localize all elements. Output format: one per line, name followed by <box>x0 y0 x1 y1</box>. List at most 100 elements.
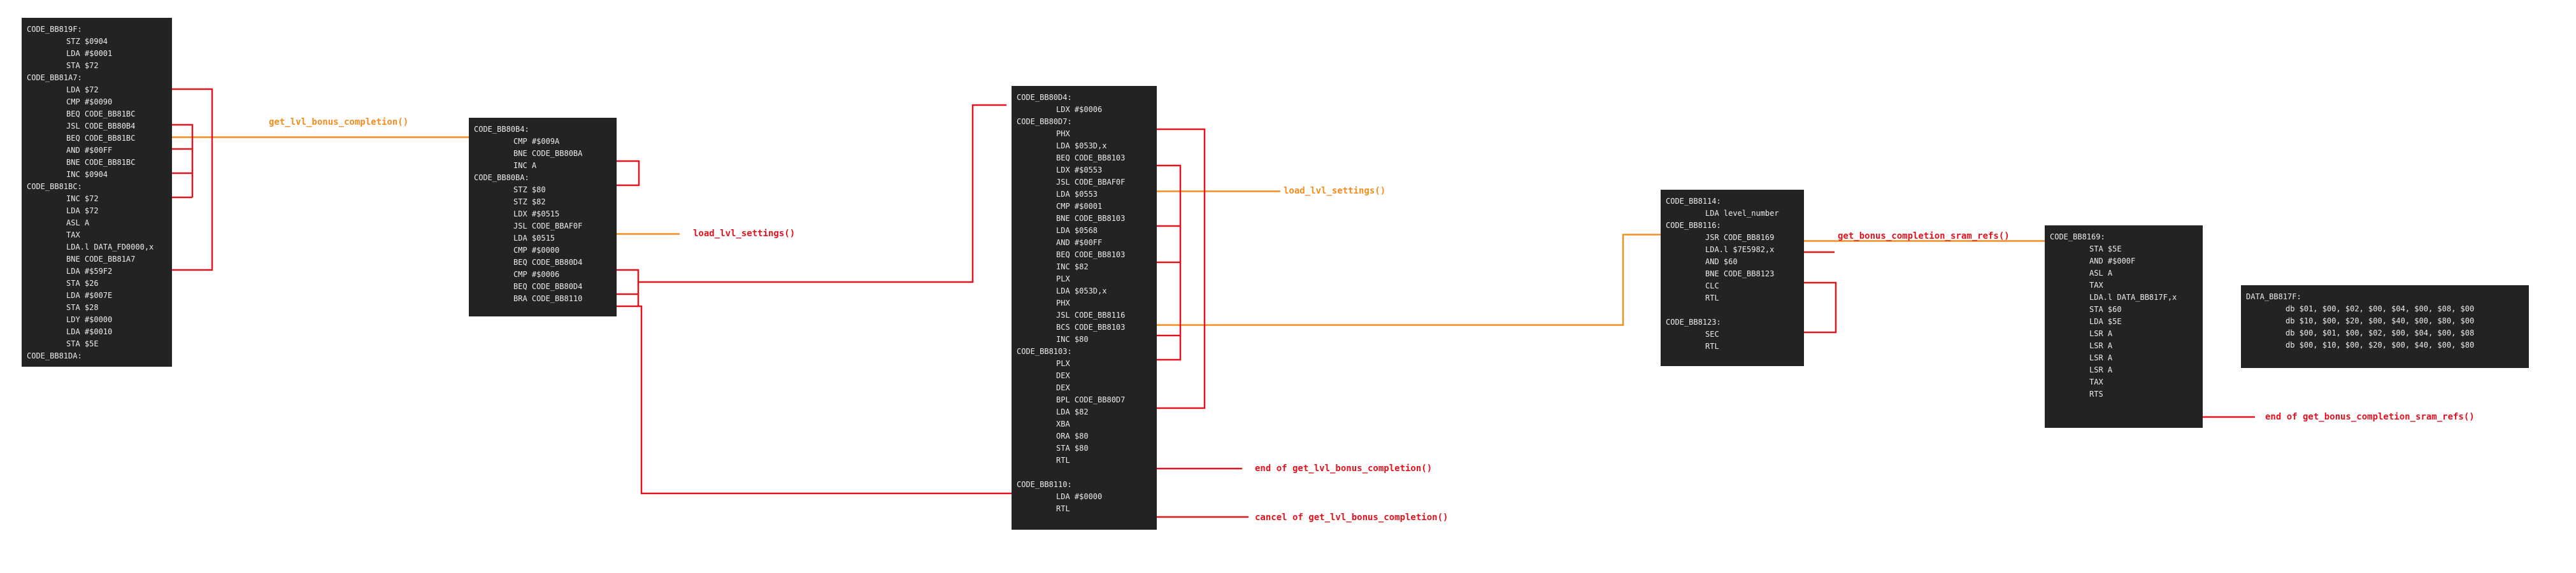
code-instruction: LDA $82 <box>1056 407 1089 416</box>
code-instruction: JSL CODE_BB80B4 <box>66 122 136 131</box>
code-label: CODE_BB80D7: <box>1017 117 1072 126</box>
code-instruction: INC A <box>513 161 537 170</box>
code-label: CODE_BB81DA: <box>27 351 82 360</box>
code-instruction: CMP #$0001 <box>1056 202 1103 211</box>
code-instruction: STA $80 <box>1056 444 1089 453</box>
code-label: CODE_BB81A7: <box>27 73 82 82</box>
code-instruction: RTL <box>1056 504 1070 513</box>
code-instruction: AND #$000F <box>2089 257 2136 265</box>
code-instruction: ORA $80 <box>1056 432 1089 441</box>
code-block-bb8114: CODE_BB8114: LDA level_number CODE_BB8116:… <box>1661 190 1804 366</box>
code-instruction: INC $0904 <box>66 170 108 179</box>
code-instruction: LDA.l $7E5982,x <box>1705 245 1775 254</box>
code-label: CODE_BB8110: <box>1017 480 1072 489</box>
label-load-lvl-settings-2: load_lvl_settings() <box>1284 186 1386 196</box>
code-instruction: LDA #$0000 <box>1056 492 1103 501</box>
code-instruction: RTS <box>2089 390 2103 399</box>
code-instruction: CLC <box>1705 281 1719 290</box>
code-instruction: LDA #$0010 <box>66 327 113 336</box>
code-instruction: INC $80 <box>1056 335 1089 344</box>
code-instruction: db $01, $00, $02, $00, $04, $00, $08, $0… <box>2286 304 2475 313</box>
code-instruction: PLX <box>1056 359 1070 368</box>
code-instruction: LDA.l DATA_BB817F,x <box>2089 293 2177 302</box>
branch-to-bb80d4 <box>638 104 1006 283</box>
code-instruction: INC $72 <box>66 194 99 203</box>
code-instruction: CMP #$009A <box>513 137 560 146</box>
code-instruction: LDA $72 <box>66 206 99 215</box>
code-label: CODE_BB80BA: <box>474 173 529 182</box>
code-instruction: BEQ CODE_BB8103 <box>1056 153 1126 162</box>
code-instruction: DEX <box>1056 383 1070 392</box>
code-instruction: STA $5E <box>2089 244 2122 253</box>
code-instruction: INC $82 <box>1056 262 1089 271</box>
code-instruction: JSL CODE_BB8116 <box>1056 311 1126 320</box>
code-instruction: BEQ CODE_BB80D4 <box>513 282 583 291</box>
code-instruction: BEQ CODE_BB80D4 <box>513 258 583 267</box>
label-get-lvl-bonus-completion: get_lvl_bonus_completion() <box>269 117 409 127</box>
code-instruction: JSL CODE_BBAF0F <box>513 222 583 230</box>
code-instruction: LDA #$0001 <box>66 49 113 58</box>
code-instruction: db $00, $10, $00, $20, $00, $40, $00, $8… <box>2286 341 2475 350</box>
code-instruction: LSR A <box>2089 353 2113 362</box>
code-instruction: RTL <box>1705 342 1719 351</box>
code-instruction: STZ $82 <box>513 197 546 206</box>
code-instruction: PHX <box>1056 129 1070 138</box>
code-instruction: BNE CODE_BB80BA <box>513 149 583 158</box>
code-instruction: BNE CODE_BB8123 <box>1705 269 1775 278</box>
code-instruction: LSR A <box>2089 341 2113 350</box>
label-cancel-get-lvl-bonus-completion: cancel of get_lvl_bonus_completion() <box>1255 513 1449 523</box>
code-instruction: PLX <box>1056 274 1070 283</box>
code-instruction: BEQ CODE_BB81BC <box>66 134 136 143</box>
code-instruction: CMP #$0006 <box>513 270 560 279</box>
code-label: DATA_BB817F: <box>2246 292 2301 301</box>
code-instruction: LDA $0553 <box>1056 190 1098 199</box>
code-instruction: LSR A <box>2089 329 2113 338</box>
code-label: CODE_BB8169: <box>2050 232 2105 241</box>
code-instruction: DEX <box>1056 371 1070 380</box>
code-instruction: BEQ CODE_BB8103 <box>1056 250 1126 259</box>
code-instruction: AND $60 <box>1705 257 1738 266</box>
code-instruction: LSR A <box>2089 365 2113 374</box>
code-block-bb8169: CODE_BB8169: STA $5E AND #$000F ASL A TAX LDA… <box>2045 225 2203 428</box>
code-instruction: XBA <box>1056 420 1070 428</box>
code-instruction: LDA #$007E <box>66 291 113 300</box>
code-instruction: BCS CODE_BB8103 <box>1056 323 1126 332</box>
code-instruction: STA $5E <box>66 339 99 348</box>
label-get-bonus-completion-sram-refs: get_bonus_completion_sram_refs() <box>1838 231 2010 241</box>
code-instruction: BNE CODE_BB81BC <box>66 158 136 167</box>
code-instruction: LDA $0568 <box>1056 226 1098 235</box>
code-block-bb80b4: CODE_BB80B4: CMP #$009A BNE CODE_BB80BA INC… <box>469 118 617 316</box>
data-block-bb817f: DATA_BB817F:db $01, $00, $02, $00, $04, … <box>2241 285 2529 368</box>
label-end-get-bonus-completion-sram-refs: end of get_bonus_completion_sram_refs() <box>2265 412 2475 422</box>
branch-bra-bb8110 <box>516 305 1057 495</box>
code-instruction: TAX <box>2089 378 2103 386</box>
code-instruction: BRA CODE_BB8110 <box>513 294 583 303</box>
code-instruction: JSL CODE_BBAF0F <box>1056 178 1126 187</box>
code-instruction: CMP #$0090 <box>66 97 113 106</box>
code-instruction: LDA $5E <box>2089 317 2122 326</box>
code-instruction: LDX #$0515 <box>513 209 560 218</box>
code-instruction: BNE CODE_BB81A7 <box>66 255 136 264</box>
code-instruction: STA $72 <box>66 61 99 70</box>
code-instruction: STZ $0904 <box>66 37 108 46</box>
code-instruction: LDA $053D,x <box>1056 286 1107 295</box>
code-instruction: LDA $053D,x <box>1056 141 1107 150</box>
code-instruction: TAX <box>66 230 80 239</box>
code-block-bb80d4: CODE_BB80D4: LDX #$0006 CODE_BB80D7: PHX LDA… <box>1012 86 1157 530</box>
code-instruction: LDA #$59F2 <box>66 267 113 276</box>
code-instruction: STA $26 <box>66 279 99 288</box>
label-end-get-lvl-bonus-completion: end of get_lvl_bonus_completion() <box>1255 463 1433 474</box>
code-label: CODE_BB81BC: <box>27 182 82 191</box>
code-instruction: AND #$00FF <box>66 146 113 155</box>
code-instruction: LDY #$0000 <box>66 315 113 324</box>
code-label: CODE_BB819F: <box>27 25 82 34</box>
code-instruction: LDX #$0553 <box>1056 166 1103 174</box>
code-instruction: BEQ CODE_BB81BC <box>66 110 136 118</box>
code-instruction: CMP #$0000 <box>513 246 560 255</box>
code-instruction: STA $60 <box>2089 305 2122 314</box>
code-instruction: RTL <box>1705 294 1719 302</box>
code-instruction: TAX <box>2089 281 2103 290</box>
code-instruction: RTL <box>1056 456 1070 465</box>
code-instruction: STA $28 <box>66 303 99 312</box>
code-block-bb819f: CODE_BB819F: STZ $0904 LDA #$0001 STA $72 CO… <box>22 18 172 367</box>
